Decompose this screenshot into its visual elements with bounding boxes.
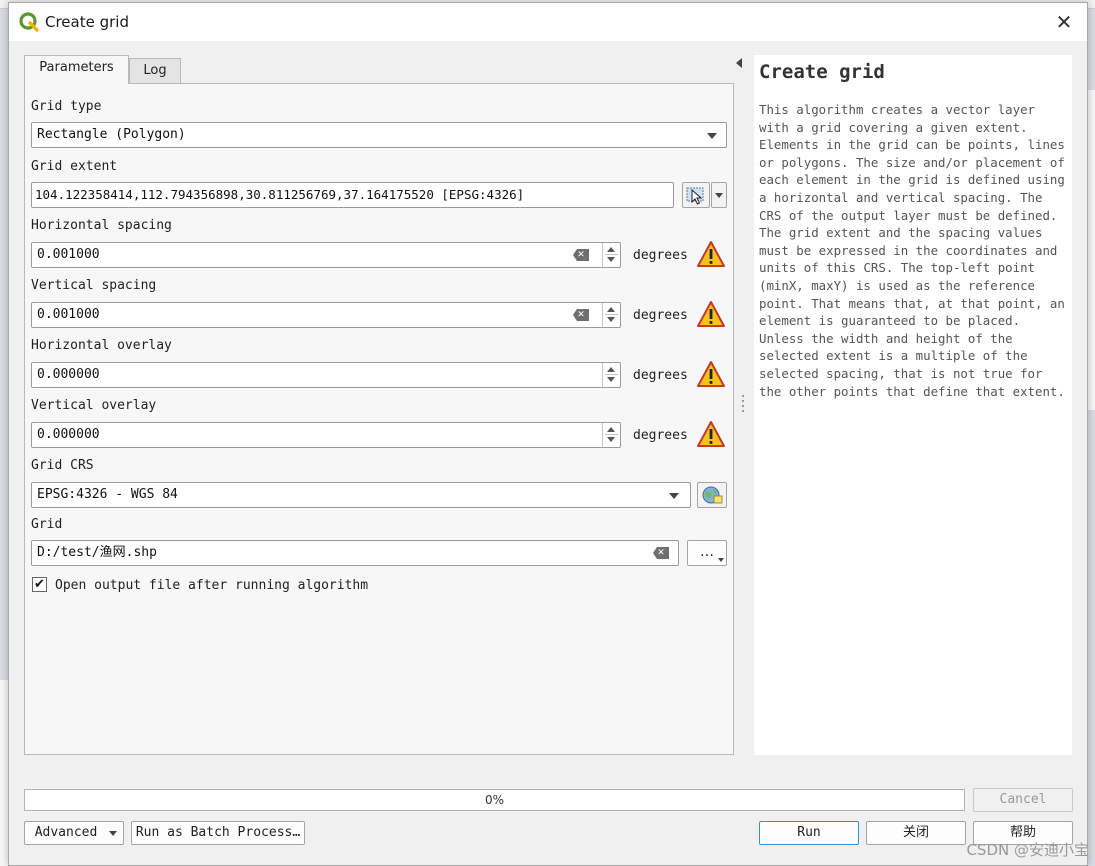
progress-label: 0% <box>484 793 505 807</box>
vertical-overlay-unit: degrees <box>633 428 688 443</box>
tab-log[interactable]: Log <box>129 58 181 84</box>
clear-icon[interactable]: ✕ <box>573 309 589 321</box>
grid-output-path: D:/test/渔网.shp <box>37 545 157 560</box>
clear-icon[interactable]: ✕ <box>573 249 589 261</box>
close-icon[interactable]: ✕ <box>1047 7 1081 37</box>
horizontal-overlay-unit: degrees <box>633 368 688 383</box>
warning-icon <box>697 301 725 327</box>
chevron-down-icon <box>718 558 724 562</box>
batch-process-button[interactable]: Run as Batch Process… <box>131 821 305 845</box>
chevron-down-icon <box>707 133 717 139</box>
advanced-label: Advanced <box>34 825 98 840</box>
check-icon: ✔ <box>34 577 45 592</box>
ellipsis-icon: … <box>700 544 714 560</box>
open-output-checkbox[interactable]: ✔ <box>32 577 47 592</box>
spinbox-stepper[interactable] <box>602 303 620 327</box>
chevron-down-icon <box>109 831 117 836</box>
advanced-button[interactable]: Advanced <box>24 821 124 845</box>
vertical-overlay-input[interactable]: 0.000000 <box>31 422 621 448</box>
splitter-handle[interactable] <box>742 395 744 415</box>
vertical-overlay-value: 0.000000 <box>37 427 100 442</box>
create-grid-dialog: Create grid ✕ Parameters Log Grid type R… <box>8 2 1088 866</box>
tab-parameters[interactable]: Parameters <box>24 55 129 84</box>
grid-extent-input[interactable]: 104.122358414,112.794356898,30.811256769… <box>31 182 674 208</box>
spinbox-stepper[interactable] <box>602 423 620 447</box>
horizontal-spacing-label: Horizontal spacing <box>31 218 172 233</box>
chevron-down-icon <box>715 193 723 198</box>
horizontal-spacing-value: 0.001000 <box>37 247 100 262</box>
title-bar: Create grid ✕ <box>9 3 1087 41</box>
help-text: This algorithm creates a vector layer wi… <box>759 102 1065 399</box>
horizontal-spacing-unit: degrees <box>633 248 688 263</box>
window-title: Create grid <box>45 13 129 31</box>
horizontal-overlay-label: Horizontal overlay <box>31 338 172 353</box>
open-output-label[interactable]: Open output file after running algorithm <box>55 578 368 593</box>
grid-extent-label: Grid extent <box>31 159 118 174</box>
help-title: Create grid <box>759 61 885 83</box>
grid-output-input[interactable]: D:/test/渔网.shp ✕ <box>31 540 679 566</box>
grid-output-label: Grid <box>31 517 63 532</box>
browse-button[interactable]: … <box>687 540 727 566</box>
map-select-button[interactable] <box>682 182 710 208</box>
chevron-down-icon <box>669 493 679 499</box>
warning-icon <box>697 421 725 447</box>
vertical-overlay-label: Vertical overlay <box>31 398 157 413</box>
vertical-spacing-value: 0.001000 <box>37 307 100 322</box>
grid-crs-select[interactable]: EPSG:4326 - WGS 84 <box>31 482 691 508</box>
horizontal-overlay-value: 0.000000 <box>37 367 100 382</box>
warning-icon <box>697 241 725 267</box>
collapse-help-icon[interactable] <box>736 58 742 68</box>
vertical-spacing-input[interactable]: 0.001000 ✕ <box>31 302 621 328</box>
help-panel: Create grid This algorithm creates a vec… <box>754 55 1072 755</box>
grid-type-label: Grid type <box>31 99 102 114</box>
run-button[interactable]: Run <box>759 821 859 845</box>
horizontal-spacing-input[interactable]: 0.001000 ✕ <box>31 242 621 268</box>
map-select-icon <box>686 187 704 205</box>
vertical-spacing-unit: degrees <box>633 308 688 323</box>
close-button[interactable]: 关闭 <box>866 821 966 845</box>
warning-icon <box>697 361 725 387</box>
spinbox-stepper[interactable] <box>602 243 620 267</box>
clear-icon[interactable]: ✕ <box>653 547 669 559</box>
watermark: CSDN @安迪小宝 <box>966 841 1089 859</box>
qgis-icon <box>19 12 39 32</box>
extent-options-button[interactable] <box>711 182 727 208</box>
globe-crs-icon <box>702 486 723 504</box>
spinbox-stepper[interactable] <box>602 363 620 387</box>
grid-crs-label: Grid CRS <box>31 458 94 473</box>
parameters-panel: Grid type Rectangle (Polygon) Grid exten… <box>24 83 734 755</box>
grid-type-select[interactable]: Rectangle (Polygon) <box>31 122 727 148</box>
horizontal-overlay-input[interactable]: 0.000000 <box>31 362 621 388</box>
vertical-spacing-label: Vertical spacing <box>31 278 157 293</box>
cancel-button[interactable]: Cancel <box>973 788 1073 812</box>
progress-bar: 0% <box>24 789 965 811</box>
crs-select-button[interactable] <box>697 482 727 508</box>
